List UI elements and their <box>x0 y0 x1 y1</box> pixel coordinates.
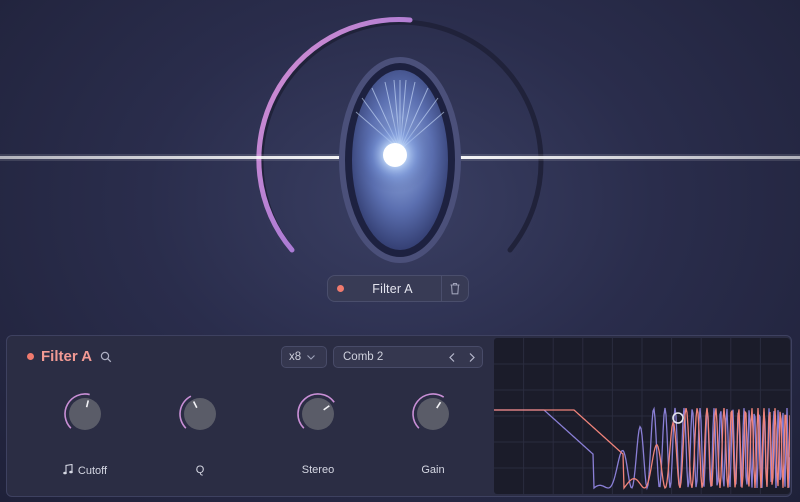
knob-body <box>302 398 334 430</box>
module-active-indicator[interactable] <box>337 285 344 292</box>
stereo-label: Stereo <box>301 464 335 476</box>
q-knob[interactable] <box>177 391 223 437</box>
filter-type-label: Comb 2 <box>343 351 384 363</box>
chevron-down-icon <box>307 354 316 360</box>
frequency-response-display[interactable] <box>494 338 790 494</box>
module-name: Filter A <box>372 281 413 296</box>
gain-knob[interactable] <box>410 391 456 437</box>
module-selector[interactable]: Filter A <box>327 275 469 302</box>
knob-body <box>184 398 216 430</box>
cutoff-label-group: Cutoff <box>35 463 135 478</box>
filter-type-selector[interactable]: Comb 2 <box>333 346 483 368</box>
q-label: Q <box>195 464 205 476</box>
stereo-knob[interactable] <box>295 391 341 437</box>
cutoff-knob[interactable] <box>62 391 108 437</box>
chevron-left-icon[interactable] <box>442 347 462 367</box>
gain-label: Gain <box>421 464 445 476</box>
knob-body <box>69 398 101 430</box>
multiplier-value: x8 <box>289 351 302 363</box>
trash-icon[interactable] <box>442 275 468 302</box>
panel-header: Filter A <box>27 348 112 365</box>
cutoff-label: Cutoff <box>77 465 108 477</box>
multiplier-dropdown[interactable]: x8 <box>281 346 327 368</box>
filter-panel: Filter A x8 Comb 2 Cutoff Q Stereo Gain <box>6 335 792 497</box>
panel-title: Filter A <box>41 348 93 365</box>
music-note-icon <box>63 463 73 478</box>
search-icon[interactable] <box>100 351 112 363</box>
knob-body <box>417 398 449 430</box>
filter-enable-dot[interactable] <box>27 353 34 360</box>
chevron-right-icon[interactable] <box>462 347 482 367</box>
